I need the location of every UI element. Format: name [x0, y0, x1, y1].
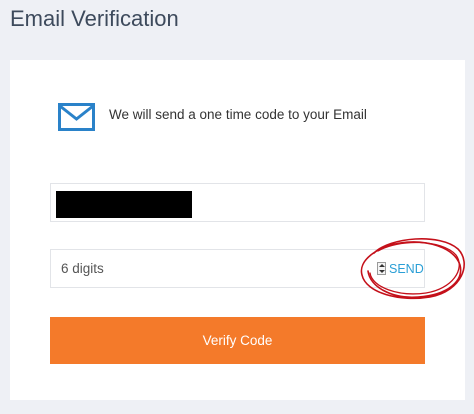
info-row: We will send a one time code to your Ema… — [58, 103, 367, 131]
spinner-down-icon[interactable] — [379, 270, 385, 273]
code-field-container: SEND — [50, 249, 425, 288]
mail-icon — [58, 103, 95, 131]
verify-code-button[interactable]: Verify Code — [50, 317, 425, 364]
number-spinner[interactable] — [377, 262, 386, 275]
send-button[interactable]: SEND — [389, 250, 424, 287]
verification-card: We will send a one time code to your Ema… — [10, 60, 465, 400]
spinner-up-icon[interactable] — [379, 264, 385, 267]
code-input[interactable] — [51, 250, 341, 287]
info-text: We will send a one time code to your Ema… — [109, 106, 367, 122]
email-field[interactable] — [50, 183, 425, 222]
redacted-email — [56, 191, 192, 218]
page-title: Email Verification — [10, 6, 179, 31]
